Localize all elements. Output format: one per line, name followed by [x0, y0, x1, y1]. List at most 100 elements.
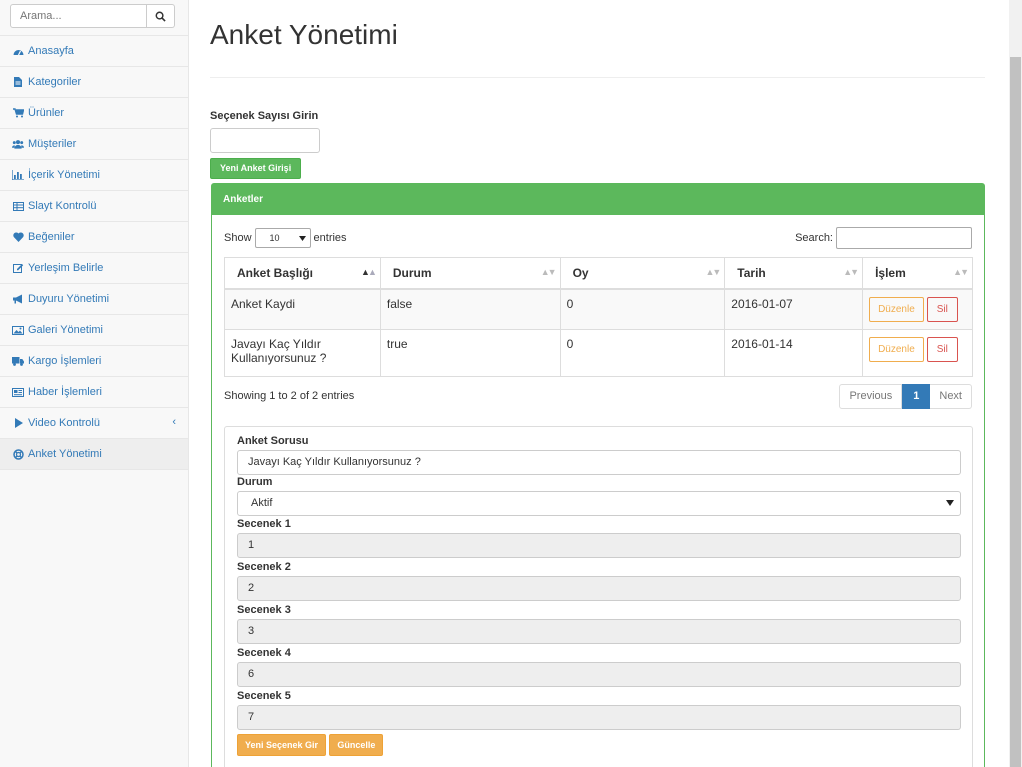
- edit-button[interactable]: Düzenle: [869, 296, 924, 322]
- file-icon: [12, 77, 24, 87]
- column-header-votes[interactable]: Oy ▲▼: [559, 257, 726, 290]
- table-footer: Showing 1 to 2 of 2 entries Previous 1 N…: [224, 383, 972, 409]
- sidebar-item-galeri-yonetimi[interactable]: Galeri Yönetimi: [0, 315, 188, 346]
- status-label: Durum: [237, 475, 273, 488]
- search-icon: [155, 11, 166, 22]
- scrollbar-thumb[interactable]: [1010, 57, 1021, 767]
- bar-chart-icon: [12, 170, 24, 180]
- entries-label: entries: [313, 232, 347, 244]
- sidebar: Anasayfa Kategoriler Ürünler Müşteriler …: [0, 0, 189, 767]
- surveys-panel: Anketler Show 10 entries Search: Anket B…: [211, 183, 985, 767]
- sidebar-item-label: İçerik Yönetimi: [28, 169, 100, 181]
- question-input[interactable]: Javayı Kaç Yıldır Kullanıyorsunuz ?: [237, 449, 961, 475]
- vertical-scrollbar[interactable]: [1009, 0, 1022, 767]
- option-count-input[interactable]: [210, 128, 320, 153]
- truck-icon: [12, 356, 24, 366]
- edit-button[interactable]: Düzenle: [869, 336, 924, 362]
- newspaper-icon: [12, 387, 24, 397]
- sidebar-item-kategoriler[interactable]: Kategoriler: [0, 67, 188, 98]
- option-count-label: Seçenek Sayısı Girin: [210, 110, 319, 122]
- column-header-actions[interactable]: İşlem ▲▼: [862, 257, 973, 290]
- users-icon: [12, 139, 24, 149]
- sidebar-item-icerik-yonetimi[interactable]: İçerik Yönetimi: [0, 160, 188, 191]
- page-1-button[interactable]: 1: [902, 383, 931, 409]
- cell-votes: 0: [559, 288, 726, 330]
- option-5-label: Secenek 5: [237, 689, 291, 702]
- cell-date: 2016-01-07: [724, 288, 864, 330]
- table-info: Showing 1 to 2 of 2 entries: [224, 390, 355, 402]
- surveys-table: Anket Başlığı ▲▲ Durum ▲▼ Oy ▲▼ Tarih ▲▼ İşl…: [224, 257, 973, 377]
- table-controls: Show 10 entries Search:: [224, 227, 972, 249]
- option-5-input[interactable]: 7: [237, 704, 961, 730]
- sidebar-item-begeniler[interactable]: Beğeniler: [0, 222, 188, 253]
- new-survey-button[interactable]: Yeni Anket Girişi: [210, 158, 302, 179]
- dashboard-icon: [12, 46, 24, 56]
- option-3-input[interactable]: 3: [237, 618, 961, 644]
- bullhorn-icon: [12, 294, 24, 304]
- life-ring-icon: [12, 448, 24, 460]
- sort-icon: ▲▼: [705, 267, 721, 277]
- cell-title: Javayı Kaç Yıldır Kullanıyorsunuz ?: [224, 328, 381, 377]
- show-label: Show: [224, 232, 252, 244]
- sidebar-item-label: Müşteriler: [28, 138, 77, 150]
- caret-down-icon: [946, 500, 954, 506]
- image-icon: [12, 325, 24, 335]
- option-4-label: Secenek 4: [237, 646, 291, 659]
- sidebar-item-anket-yonetimi[interactable]: Anket Yönetimi: [0, 439, 188, 470]
- previous-page-button[interactable]: Previous: [839, 383, 903, 409]
- play-icon: [12, 418, 24, 428]
- page-title: Anket Yönetimi: [210, 20, 985, 78]
- option-2-input[interactable]: 2: [237, 575, 961, 601]
- column-header-status[interactable]: Durum ▲▼: [379, 257, 561, 290]
- table-icon: [12, 201, 24, 211]
- option-1-input[interactable]: 1: [237, 532, 961, 558]
- search-input[interactable]: [10, 4, 147, 28]
- cart-icon: [12, 108, 24, 118]
- delete-button[interactable]: Sil: [926, 296, 958, 322]
- cell-date: 2016-01-14: [724, 328, 864, 377]
- sidebar-item-urunler[interactable]: Ürünler: [0, 98, 188, 129]
- sidebar-item-kargo-islemleri[interactable]: Kargo İşlemleri: [0, 346, 188, 377]
- table-row: Anket Kaydi false 0 2016-01-07 Düzenle Si…: [224, 288, 973, 330]
- table-search-input[interactable]: [836, 227, 972, 249]
- column-header-title[interactable]: Anket Başlığı ▲▲: [224, 257, 381, 290]
- chevron-left-icon[interactable]: ‹: [172, 416, 176, 428]
- entries-value: 10: [269, 233, 280, 243]
- sidebar-item-label: Anasayfa: [28, 45, 74, 57]
- main-content: Anket Yönetimi Seçenek Sayısı Girin Yeni…: [210, 0, 985, 767]
- panel-body: Show 10 entries Search: Anket Başlığı ▲▲…: [212, 215, 984, 767]
- search-button[interactable]: [147, 4, 175, 28]
- sort-icon: ▲▼: [843, 267, 859, 277]
- sidebar-item-anasayfa[interactable]: Anasayfa: [0, 36, 188, 67]
- add-option-button[interactable]: Yeni Seçenek Gir: [237, 733, 327, 756]
- sidebar-item-haber-islemleri[interactable]: Haber İşlemleri: [0, 377, 188, 408]
- sidebar-item-duyuru-yonetimi[interactable]: Duyuru Yönetimi: [0, 284, 188, 315]
- sidebar-item-yerlesim-belirle[interactable]: Yerleşim Belirle: [0, 253, 188, 284]
- sidebar-item-slayt-kontrolu[interactable]: Slayt Kontrolü: [0, 191, 188, 222]
- delete-button[interactable]: Sil: [926, 336, 958, 362]
- sidebar-item-label: Slayt Kontrolü: [28, 200, 97, 212]
- edit-icon: [12, 263, 24, 273]
- status-select[interactable]: Aktif: [237, 490, 961, 516]
- sidebar-item-label: Haber İşlemleri: [28, 386, 102, 398]
- option-4-input[interactable]: 6: [237, 661, 961, 687]
- heart-icon: [12, 232, 24, 242]
- table-search-label: Search:: [795, 232, 833, 244]
- update-button[interactable]: Güncelle: [329, 733, 384, 756]
- sidebar-item-label: Kargo İşlemleri: [28, 355, 102, 367]
- column-header-date[interactable]: Tarih ▲▼: [724, 257, 864, 290]
- sidebar-item-label: Ürünler: [28, 107, 65, 119]
- sidebar-item-musteriler[interactable]: Müşteriler: [0, 129, 188, 160]
- pagination: Previous 1 Next: [839, 383, 972, 409]
- status-value: Aktif: [251, 496, 273, 509]
- sidebar-item-label: Galeri Yönetimi: [28, 324, 103, 336]
- question-label: Anket Sorusu: [237, 434, 309, 447]
- next-page-button[interactable]: Next: [930, 383, 972, 409]
- panel-title: Anketler: [212, 184, 984, 215]
- entries-select[interactable]: 10: [254, 228, 311, 248]
- sidebar-item-video-kontrolu[interactable]: Video Kontrolü ‹: [0, 408, 188, 439]
- sidebar-item-label: Beğeniler: [28, 231, 75, 243]
- caret-down-icon: [298, 235, 306, 241]
- cell-votes: 0: [559, 328, 726, 377]
- sort-asc-icon: ▲▲: [361, 267, 377, 277]
